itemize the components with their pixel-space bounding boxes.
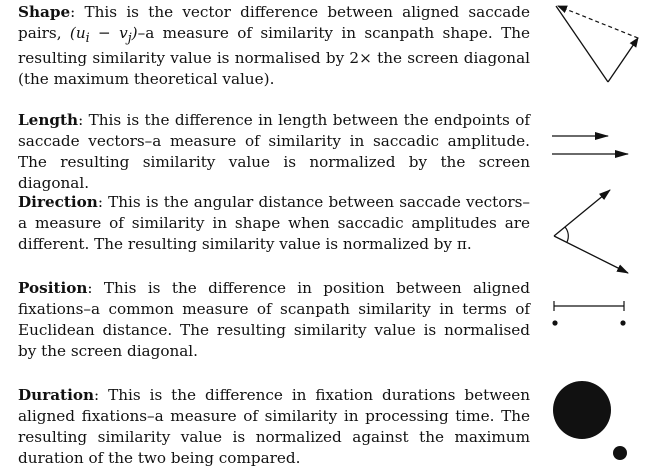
angle-icon [553, 189, 629, 274]
term-position: Position [18, 279, 88, 297]
angle-arc [564, 226, 569, 243]
fixation-circles-icon [553, 381, 627, 460]
short-fixation-circle [613, 446, 627, 460]
length-description: : This is the difference in length betwe… [18, 111, 530, 192]
shape-math: (ui − vj) [69, 24, 138, 45]
saccade-vector-a [555, 5, 609, 83]
direction-vector-lower [553, 235, 629, 274]
saccade-vector-b [607, 37, 639, 83]
math-u: (u [69, 24, 86, 42]
fixation-dot-right [620, 320, 626, 326]
duration-description: : This is the difference in fixation dur… [18, 386, 530, 467]
parallel-arrows-icon [552, 132, 629, 158]
position-description: : This is the difference in position bet… [18, 279, 530, 360]
distance-icon [552, 301, 626, 326]
long-fixation-circle [553, 381, 611, 439]
math-v: − v [89, 24, 128, 42]
term-direction: Direction [18, 193, 98, 211]
direction-vector-upper [553, 189, 611, 237]
vector-difference-icon [555, 5, 639, 83]
difference-vector [557, 5, 639, 39]
entry-duration: Duration: This is the difference in fixa… [18, 385, 530, 469]
fixation-dot-left [552, 320, 558, 326]
term-duration: Duration [18, 386, 95, 404]
term-shape: Shape [18, 3, 71, 21]
term-length: Length [18, 111, 79, 129]
entry-position: Position: This is the difference in posi… [18, 278, 530, 362]
entry-shape: Shape: This is the vector difference bet… [18, 2, 530, 90]
entry-length: Length: This is the difference in length… [18, 110, 530, 194]
entry-direction: Direction: This is the angular distance … [18, 192, 530, 255]
